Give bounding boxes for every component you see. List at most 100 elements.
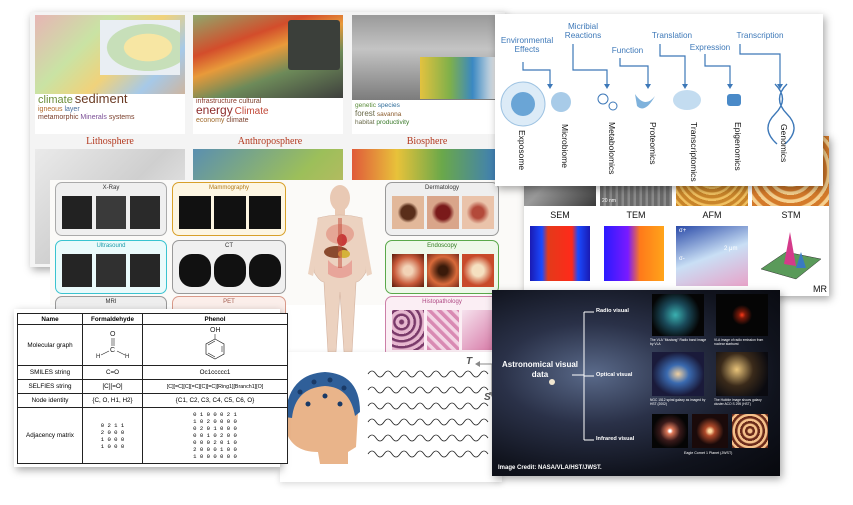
header-name: Name [17, 313, 83, 325]
human-anatomy-figure [308, 185, 372, 353]
mammo-image-2 [214, 196, 246, 229]
word-climate-small: climate [226, 117, 249, 124]
word-minerals: Minerals [80, 114, 107, 121]
image-credit: Image Credit: NASA/VLA/HST/JWST. [498, 465, 602, 471]
branch-optical: Optical visual [596, 372, 633, 378]
formaldehyde-smiles: C=O [82, 365, 143, 380]
row-label-smiles: SMILES string [17, 365, 83, 380]
word-energy: energy [196, 103, 233, 117]
caption-optical-2: The Hubble image shows galaxy cluster AC… [714, 398, 762, 406]
omics-exposome: Exposome [517, 130, 527, 171]
infrared-image-1 [652, 414, 688, 448]
atom-h2: H [125, 354, 129, 359]
word-sediment: sediment [74, 91, 128, 106]
omics-flow-arrows [500, 44, 795, 145]
word-species: species [377, 102, 400, 109]
ultrasound-image-1 [62, 254, 92, 287]
derm-image-1 [392, 196, 424, 229]
ultrasound-module: Ultrasound [55, 240, 167, 294]
caption-radio-2: VLA image of radio emission from nuclear… [714, 338, 764, 346]
word-genetic: genetic [355, 102, 376, 109]
mammo-image-1 [179, 196, 211, 229]
ultrasound-title: Ultrasound [96, 243, 126, 249]
matrix-a-row: 0 2 1 1 [100, 421, 125, 429]
infrared-image-3 [732, 414, 768, 448]
optical-image-1 [652, 352, 704, 396]
word-cultural: cultural [238, 98, 262, 105]
tem-heatmap [604, 226, 664, 281]
word-climate-anthro: Climate [234, 106, 269, 117]
matrix-a-row: 1 0 0 0 [100, 442, 125, 450]
word-systems: systems [108, 114, 135, 121]
anthroposphere-satellite [288, 20, 340, 70]
word-igneous: igneous [38, 106, 63, 113]
matrix-b-row: 0 2 0 1 0 0 0 [193, 425, 237, 432]
formaldehyde-adjacency: 0 2 1 1 2 0 0 0 1 0 0 0 1 0 0 0 [82, 407, 143, 464]
phenol-adjacency: 0 1 0 0 0 2 1 1 0 2 0 0 0 0 0 2 0 1 0 0 … [142, 407, 288, 464]
histopathology-module: Histopathology [385, 296, 499, 358]
atom-c: C [110, 347, 115, 354]
formaldehyde-graph: O C H H [82, 324, 143, 366]
stm-label: STM [781, 210, 801, 220]
phenol-graph: OH [142, 324, 288, 366]
optical-image-2 [716, 352, 768, 396]
word-savanna: savanna [376, 111, 402, 118]
phenol-selfies: [C][=C][C][=C][C][=C][Ring1][Branch1][O] [142, 379, 288, 394]
header-phenol: Phenol [142, 313, 288, 325]
phenol-smiles: Oc1ccccc1 [142, 365, 288, 380]
atom-h1: H [96, 354, 100, 359]
eeg-axis-t: T [466, 356, 473, 367]
word-forest: forest [355, 109, 376, 118]
caption-optical-1: NGC 1512 spiral galaxy as imaged by HST … [650, 398, 706, 406]
sem-label: SEM [550, 210, 570, 220]
ultrasound-image-2 [96, 254, 126, 287]
derm-image-2 [427, 196, 459, 229]
xray-title: X-Ray [102, 185, 120, 191]
astronomy-panel: Astronomical visual data Radio visual Op… [492, 290, 780, 476]
mr-partial-label: MR [813, 284, 827, 294]
histo-image-3 [462, 310, 494, 350]
formaldehyde-selfies: [C][=O] [82, 379, 143, 394]
afm-heatmap [676, 226, 748, 286]
xray-image-2 [96, 196, 126, 229]
ct-image-1 [179, 254, 211, 287]
eeg-figure [285, 361, 495, 464]
endoscopy-title: Endoscopy [427, 243, 457, 249]
omics-epigenomics: Epigenomics [733, 122, 743, 171]
endo-image-2 [427, 254, 459, 287]
radio-image-1 [652, 294, 704, 336]
caption-infrared: Eagle Cornet 1 Planet (JWST) [684, 451, 733, 455]
afm-scale-bar: 2 μm [724, 246, 738, 252]
omics-transcriptomics: Transcriptomics [689, 122, 699, 182]
mammography-title: Mammography [208, 185, 249, 191]
word-habitat: habitat [355, 119, 375, 126]
omics-metabolomics: Metabolomics [607, 122, 617, 175]
mammography-module: Mammography [172, 182, 286, 236]
matrix-b-row: 0 0 0 2 0 1 0 [193, 439, 237, 446]
infrared-image-2 [692, 414, 728, 448]
endoscopy-module: Endoscopy [385, 240, 499, 294]
matrix-b-row: 0 0 1 0 2 0 0 [193, 432, 237, 439]
omics-microbiome: Microbiome [560, 124, 570, 168]
matrix-a-row: 1 0 0 0 [100, 435, 125, 443]
word-productivity: productivity [376, 119, 410, 126]
omics-proteomics: Proteomics [648, 122, 658, 165]
row-label-selfies: SELFIES string [17, 379, 83, 394]
lithosphere-label: Lithosphere [86, 136, 134, 147]
ct-title: CT [225, 243, 233, 249]
matrix-b-row: 1 0 0 0 0 0 0 [193, 453, 237, 460]
sem-heatmap [530, 226, 590, 281]
radio-image-2 [716, 294, 768, 336]
biosphere-chart [420, 57, 495, 99]
sem-scale-bar: 20 nm [602, 198, 616, 204]
afm-label: AFM [702, 210, 722, 220]
matrix-b-row: 0 1 0 0 0 2 1 [193, 411, 237, 418]
eeg-axis-s: S [484, 392, 491, 403]
dermatology-title: Dermatology [424, 185, 459, 191]
matrix-a-row: 2 0 0 0 [100, 428, 125, 436]
mri-title: MRI [105, 299, 117, 305]
anthroposphere-label: Anthroposphere [237, 136, 303, 147]
pet-title: PET [223, 299, 235, 305]
tem-label: TEM [626, 210, 646, 220]
histo-image-2 [427, 310, 459, 350]
